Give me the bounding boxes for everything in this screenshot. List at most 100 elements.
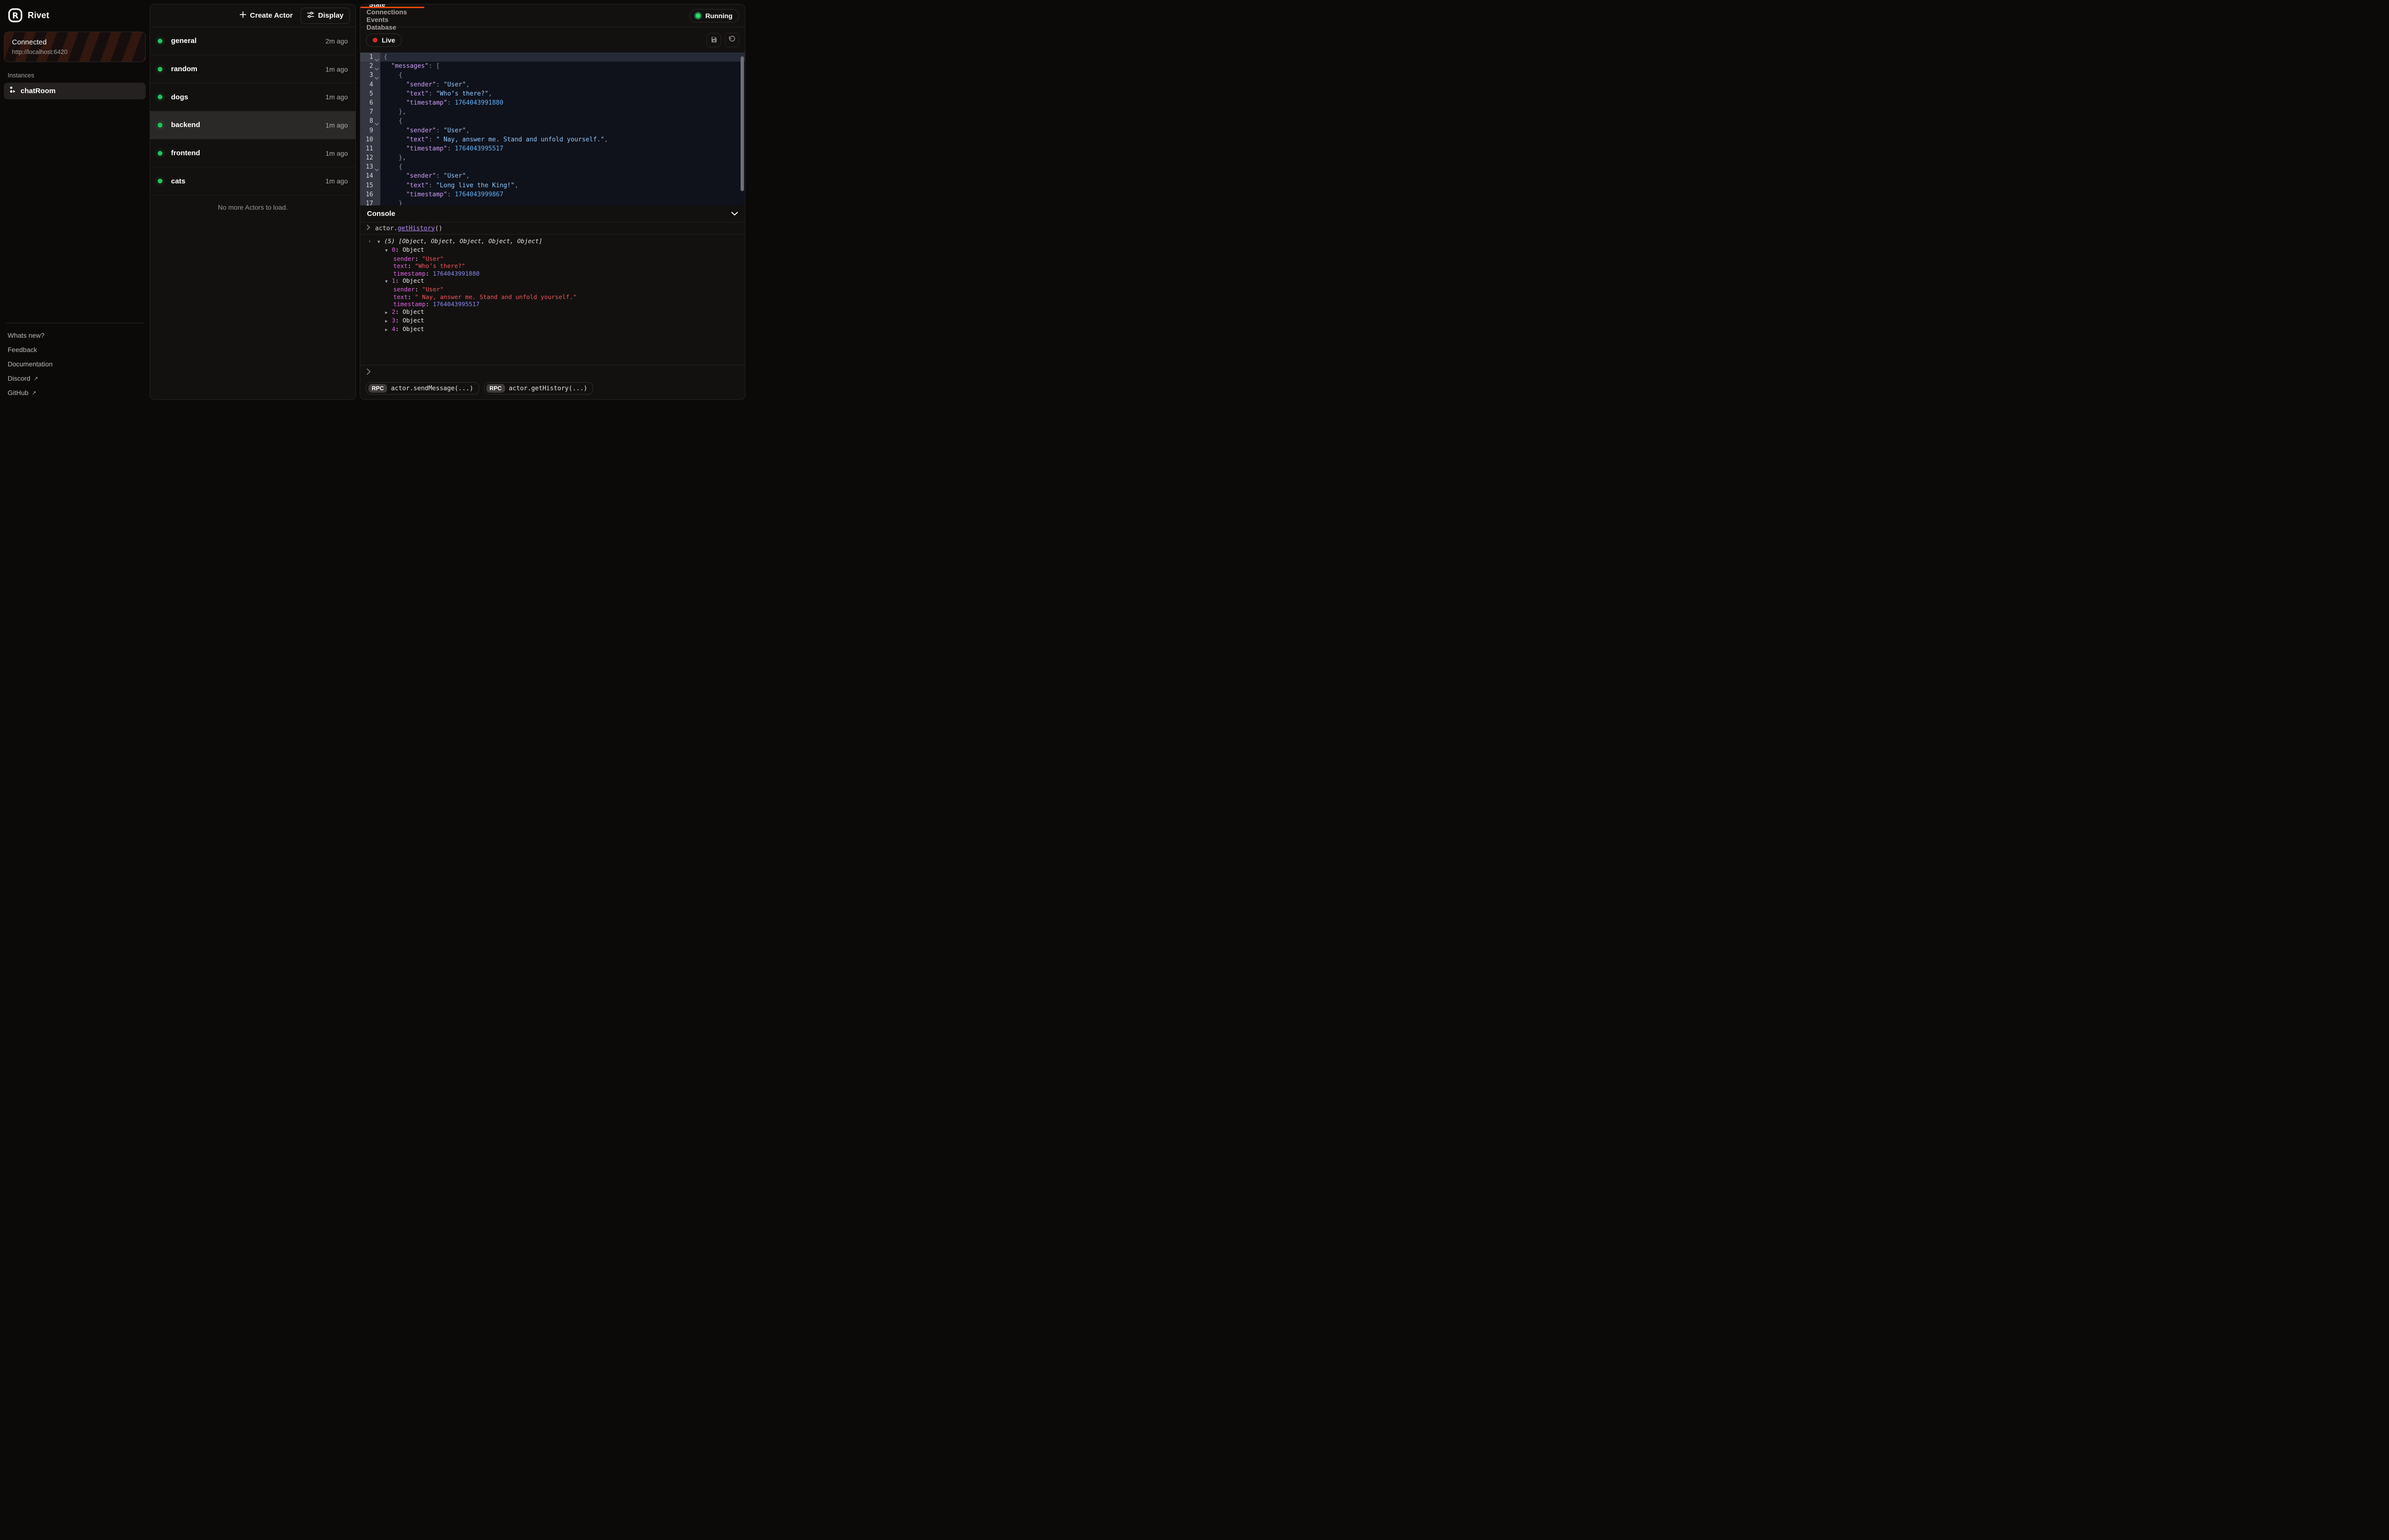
code-line: 11 "timestamp": 1764043995517: [360, 144, 745, 153]
line-number[interactable]: 16: [360, 190, 380, 199]
connection-url: http://localhost:6420: [12, 48, 138, 55]
save-state-button[interactable]: [707, 33, 721, 47]
rpc-chip-actor-sendmessage-[interactable]: RPCactor.sendMessage(...): [366, 382, 479, 395]
create-actor-button[interactable]: Create Actor: [239, 11, 292, 20]
line-number[interactable]: 2: [360, 62, 380, 71]
footer-link-whats-new-[interactable]: Whats new?: [0, 328, 150, 342]
line-number[interactable]: 17: [360, 199, 380, 205]
actor-name: dogs: [171, 93, 325, 101]
code-content: "text": "Long live the King!",: [380, 181, 745, 190]
console-output-row: ▼1: Object: [367, 277, 738, 286]
code-line: 1{: [360, 53, 745, 62]
actor-name: cats: [171, 177, 325, 185]
command-method: getHistory: [398, 225, 435, 232]
line-number[interactable]: 9: [360, 126, 380, 135]
actors-panel: Create Actor Display general2m agorandom…: [150, 4, 356, 400]
console-output-row: timestamp: 1764043991880: [367, 270, 738, 277]
line-number[interactable]: 7: [360, 107, 380, 117]
code-line: 6 "timestamp": 1764043991880: [360, 98, 745, 107]
running-dot-icon: [696, 13, 700, 18]
rotate-ccw-icon: [728, 35, 736, 44]
line-number[interactable]: 3: [360, 71, 380, 80]
actor-list: general2m agorandom1m agodogs1m agobacke…: [150, 27, 355, 195]
console-output-row: ▶3: Object: [367, 317, 738, 325]
console-collapse-button[interactable]: [731, 210, 738, 217]
actor-row-random[interactable]: random1m ago: [150, 55, 355, 84]
editor-scrollbar[interactable]: [741, 56, 744, 191]
actor-last-active: 1m ago: [325, 93, 348, 101]
footer-link-documentation[interactable]: Documentation: [0, 357, 150, 371]
actor-row-cats[interactable]: cats1m ago: [150, 167, 355, 195]
console-prompt[interactable]: [360, 365, 745, 378]
console-output: ‹▼(5) [Object, Object, Object, Object, O…: [360, 235, 745, 365]
line-number[interactable]: 4: [360, 80, 380, 89]
sidebar-item-instance-chatRoom[interactable]: chatRoom: [4, 83, 146, 99]
live-toggle-badge[interactable]: Live: [366, 33, 402, 47]
actor-row-backend[interactable]: backend1m ago: [150, 111, 355, 139]
state-json-editor[interactable]: 1{2 "messages": [3 {4 "sender": "User",5…: [360, 53, 745, 205]
footer-link-discord[interactable]: Discord↗: [0, 371, 150, 385]
undo-refresh-button[interactable]: [725, 33, 739, 47]
console-output-row: ▶2: Object: [367, 308, 738, 317]
save-icon: [710, 36, 718, 44]
sliders-icon: [307, 11, 314, 21]
code-line: 15 "text": "Long live the King!",: [360, 181, 745, 190]
line-number[interactable]: 12: [360, 153, 380, 162]
plus-icon: [239, 11, 247, 20]
line-number[interactable]: 1: [360, 53, 380, 62]
connection-status: Connected: [12, 38, 138, 46]
code-line: 9 "sender": "User",: [360, 126, 745, 135]
console-last-command: actor.getHistory(): [360, 223, 745, 235]
actor-row-dogs[interactable]: dogs1m ago: [150, 83, 355, 111]
actor-status-dot: [158, 39, 162, 43]
tree-collapsed-icon[interactable]: ▶: [385, 318, 392, 325]
code-content: {: [380, 117, 745, 126]
line-number[interactable]: 5: [360, 89, 380, 98]
tab-state[interactable]: State: [360, 4, 391, 8]
display-button[interactable]: Display: [301, 8, 350, 24]
tree-expanded-icon[interactable]: ▼: [385, 247, 392, 255]
line-number[interactable]: 13: [360, 162, 380, 171]
code-line: 4 "sender": "User",: [360, 80, 745, 89]
actors-header: Create Actor Display: [150, 4, 355, 27]
line-number[interactable]: 8: [360, 117, 380, 126]
rpc-suggestions: RPCactor.sendMessage(...) RPCactor.getHis…: [360, 378, 745, 399]
console-output-row: ‹▼(5) [Object, Object, Object, Object, O…: [367, 237, 738, 246]
actor-row-general[interactable]: general2m ago: [150, 27, 355, 55]
external-link-icon: ↗: [33, 375, 38, 382]
line-number[interactable]: 15: [360, 181, 380, 190]
actor-last-active: 1m ago: [325, 150, 348, 157]
actor-name: backend: [171, 121, 325, 129]
state-toolbar: Live: [360, 27, 745, 53]
line-number[interactable]: 6: [360, 98, 380, 107]
actor-instance-icon: [9, 86, 16, 96]
console-output-row: sender: "User": [367, 255, 738, 262]
line-number[interactable]: 10: [360, 135, 380, 144]
tree-collapsed-icon[interactable]: ▶: [385, 310, 392, 317]
actor-row-frontend[interactable]: frontend1m ago: [150, 139, 355, 168]
tree-expanded-icon[interactable]: ▼: [385, 278, 392, 286]
code-content: {: [380, 71, 745, 80]
tab-connections[interactable]: Connections: [360, 8, 413, 16]
tree-expanded-icon[interactable]: ▼: [377, 239, 384, 246]
console-header: Console: [360, 205, 745, 223]
line-number[interactable]: 14: [360, 171, 380, 181]
code-content: "sender": "User",: [380, 171, 745, 181]
tab-events[interactable]: Events: [360, 16, 395, 23]
code-line: 12 },: [360, 153, 745, 162]
footer-link-github[interactable]: GitHub↗: [0, 385, 150, 400]
code-line: 10 "text": " Nay, answer me. Stand and u…: [360, 135, 745, 144]
rpc-chip-actor-gethistory-[interactable]: RPCactor.getHistory(...): [484, 382, 593, 395]
footer-link-feedback[interactable]: Feedback: [0, 342, 150, 357]
tree-collapsed-icon[interactable]: ▶: [385, 327, 392, 334]
actor-status-dot: [158, 95, 162, 99]
code-content: }: [380, 199, 745, 205]
brand-name: Rivet: [28, 11, 49, 21]
app-root: R Rivet Connected http://localhost:6420 …: [0, 0, 749, 404]
sidebar: R Rivet Connected http://localhost:6420 …: [0, 0, 150, 404]
brand: R Rivet: [0, 0, 150, 27]
actor-last-active: 1m ago: [325, 177, 348, 185]
code-line: 16 "timestamp": 1764043999867: [360, 190, 745, 199]
line-number[interactable]: 11: [360, 144, 380, 153]
tab-database[interactable]: Database: [360, 23, 402, 31]
